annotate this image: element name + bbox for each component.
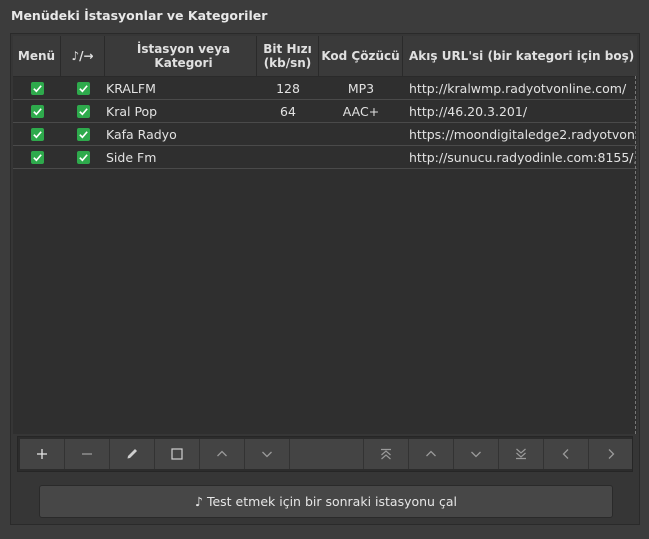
- move-up-icon: [426, 450, 436, 457]
- menu-checkbox[interactable]: [13, 146, 61, 168]
- check-icon: [30, 81, 44, 95]
- table-header: Menü ♪/→ İstasyon veya Kategori Bit Hızı…: [13, 36, 637, 77]
- move-up-icon: [217, 450, 227, 457]
- station-toolbar: [17, 436, 633, 472]
- table-row[interactable]: Kafa Radyo https://moondigitaledge2.rady…: [13, 123, 637, 146]
- station-url[interactable]: https://moondigitaledge2.radyotvonline: [409, 123, 635, 145]
- move-down-icon: [471, 451, 481, 458]
- play-checkbox[interactable]: [61, 77, 105, 99]
- station-name[interactable]: Side Fm: [106, 146, 256, 168]
- station-bitrate[interactable]: 64: [257, 100, 319, 122]
- move-bottom-button[interactable]: [499, 439, 544, 469]
- station-codec[interactable]: [319, 123, 403, 145]
- play-next-station-button[interactable]: ♪ Test etmek için bir sonraki istasyonu …: [39, 485, 613, 518]
- column-header-menu[interactable]: Menü: [13, 36, 61, 76]
- chevron-left-icon: [562, 449, 569, 459]
- edit-icon: [127, 449, 137, 459]
- column-edge-marker: [635, 76, 636, 434]
- check-icon: [76, 81, 90, 95]
- menu-checkbox[interactable]: [13, 123, 61, 145]
- move-left-button[interactable]: [544, 439, 589, 469]
- check-icon: [76, 104, 90, 118]
- move-top-button[interactable]: [364, 439, 409, 469]
- table-row[interactable]: KRALFM 128 MP3 http://kralwmp.radyotvonl…: [13, 77, 637, 100]
- stations-table[interactable]: Menü ♪/→ İstasyon veya Kategori Bit Hızı…: [13, 36, 637, 434]
- check-icon: [30, 150, 44, 164]
- check-icon: [76, 150, 90, 164]
- add-icon: [37, 449, 47, 459]
- add-button[interactable]: [20, 439, 65, 469]
- table-row[interactable]: Kral Pop 64 AAC+ http://46.20.3.201/: [13, 100, 637, 123]
- move-down-button[interactable]: [245, 439, 290, 469]
- station-url[interactable]: http://sunucu.radyodinle.com:8155/;li: [409, 146, 635, 168]
- play-checkbox[interactable]: [61, 123, 105, 145]
- check-icon: [76, 127, 90, 141]
- separator-icon: [171, 448, 183, 460]
- remove-button[interactable]: [65, 439, 110, 469]
- column-header-bitrate[interactable]: Bit Hızı (kb/sn): [257, 36, 319, 76]
- column-header-url[interactable]: Akış URL'si (bir kategori için boş): [403, 36, 637, 76]
- move-right-button[interactable]: [589, 439, 632, 469]
- station-name[interactable]: KRALFM: [106, 77, 256, 99]
- column-header-play[interactable]: ♪/→: [61, 36, 105, 76]
- station-bitrate[interactable]: [257, 123, 319, 145]
- move-top-icon: [381, 448, 391, 460]
- station-name[interactable]: Kafa Radyo: [106, 123, 256, 145]
- move-bottom-icon: [516, 448, 526, 460]
- play-checkbox[interactable]: [61, 146, 105, 168]
- move-up-button[interactable]: [409, 439, 454, 469]
- play-checkbox[interactable]: [61, 100, 105, 122]
- move-down-button[interactable]: [454, 439, 499, 469]
- column-header-bitrate-line2: (kb/sn): [263, 56, 312, 70]
- check-icon: [30, 104, 44, 118]
- station-codec[interactable]: MP3: [319, 77, 403, 99]
- toolbar-spacer: [290, 439, 364, 469]
- station-url[interactable]: http://kralwmp.radyotvonline.com/: [409, 77, 635, 99]
- edit-button[interactable]: [110, 439, 155, 469]
- menu-checkbox[interactable]: [13, 77, 61, 99]
- move-down-icon: [262, 451, 272, 458]
- column-header-name[interactable]: İstasyon veya Kategori: [105, 36, 257, 76]
- section-title: Menüdeki İstasyonlar ve Kategoriler: [11, 8, 268, 23]
- column-header-codec[interactable]: Kod Çözücü: [319, 36, 403, 76]
- separator-button[interactable]: [155, 439, 200, 469]
- station-bitrate[interactable]: [257, 146, 319, 168]
- remove-icon: [82, 453, 92, 455]
- station-url[interactable]: http://46.20.3.201/: [409, 100, 635, 122]
- menu-checkbox[interactable]: [13, 100, 61, 122]
- chevron-right-icon: [608, 449, 614, 459]
- move-up-button[interactable]: [200, 439, 245, 469]
- check-icon: [30, 127, 44, 141]
- station-bitrate[interactable]: 128: [257, 77, 319, 99]
- station-codec[interactable]: [319, 146, 403, 168]
- column-header-bitrate-line1: Bit Hızı: [263, 42, 312, 56]
- station-name[interactable]: Kral Pop: [106, 100, 256, 122]
- table-row[interactable]: Side Fm http://sunucu.radyodinle.com:815…: [13, 146, 637, 169]
- station-codec[interactable]: AAC+: [319, 100, 403, 122]
